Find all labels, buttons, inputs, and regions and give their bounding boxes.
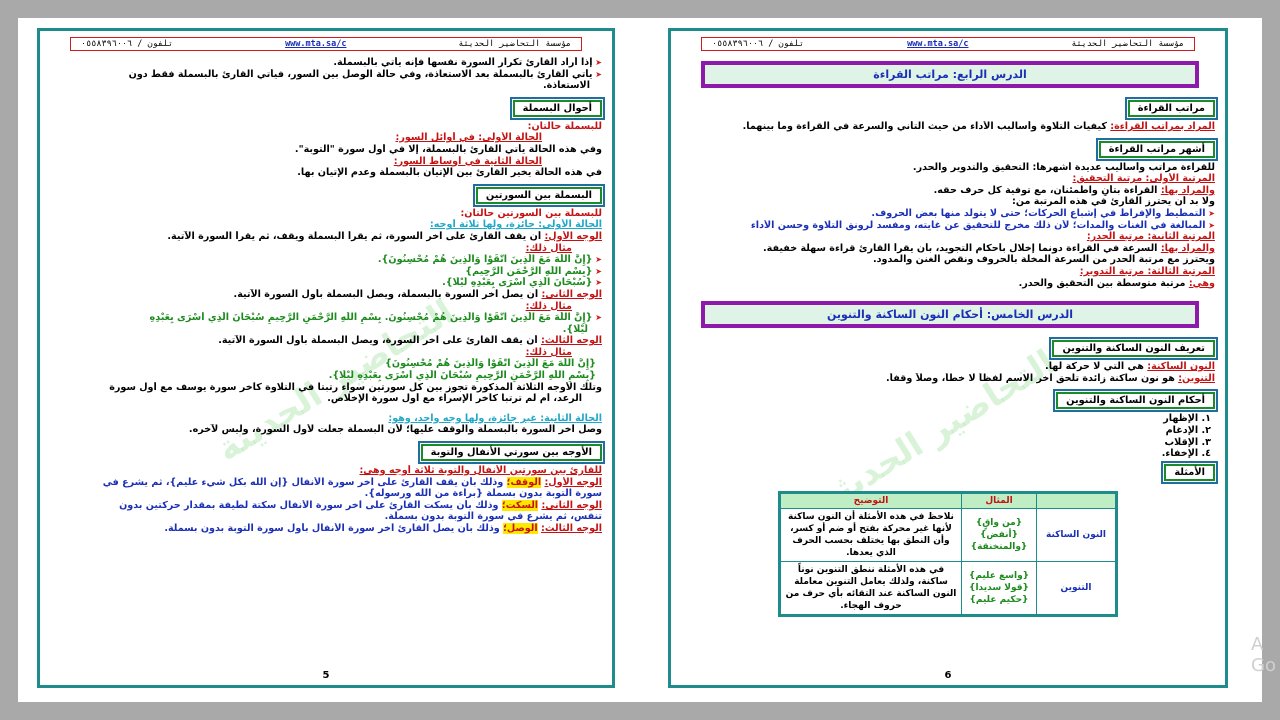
- text-line: الحالة الثانية: غير جائزة، ولها وجه واحد…: [388, 412, 602, 424]
- text-line: الوجه الثالث: أن يقف القارئ على آخر السو…: [218, 335, 602, 347]
- row-head: النون الساكنة: [1036, 507, 1117, 562]
- text-line: الحالة الأولى: جائزة، ولها ثلاثة أوجه:: [429, 219, 602, 231]
- examples-table: المثال التوضيح النون الساكنة {من واقٍ} {…: [778, 490, 1118, 617]
- table-header-example: المثال: [961, 491, 1037, 509]
- section-title-definition: تعريف النون الساكنة والتنوين: [1049, 337, 1218, 361]
- text-line: مثال ذلك:: [525, 346, 572, 358]
- text-line: للبسملة بين السورتين حالتان:: [460, 207, 602, 219]
- section-title-rulings: أحكام النون الساكنة والتنوين: [1053, 389, 1218, 413]
- list-item: ٤. الإخفاء.: [1161, 448, 1211, 460]
- header-phone: تلفون / ٠٥٥٨٣٩٦٠٠٦: [81, 39, 174, 49]
- text-line: تنفس، ثم يشرع في سورة التوبة بدون بسملة.: [384, 511, 602, 523]
- section-title-basmala-between: البسملة بين السورتين: [472, 183, 606, 207]
- text-line: وفي هذه الحالة يأتي القارئ بالبسملة، إلا…: [294, 143, 602, 155]
- page-header: مؤسسة التحاضير الحديثة www.mta.sa/c تلفو…: [70, 37, 582, 51]
- text-line: سورة التوبة بدون بسملة {براءة من الله ور…: [364, 488, 602, 500]
- text-line: الحالة الثانية في أوساط السور:: [393, 155, 542, 167]
- text-line: النون الساكنة: هي التي لا حركة لها.: [1045, 361, 1215, 373]
- text-line: الوجه الثاني: السكت؛ وذلك بأن يسكت القار…: [119, 499, 602, 511]
- header-site-link[interactable]: www.mta.sa/c: [285, 39, 346, 49]
- text-line: والمراد بها: القراءة بتأنٍ واطمئنان، مع …: [933, 184, 1215, 196]
- quran-verse: {بِسْمِ اللَّهِ الرَّحْمَنِ الرَّحِيمِ}: [50, 266, 602, 278]
- section-title-examples: الأمثلة: [1161, 460, 1218, 484]
- explanation-cell: نلاحظ في هذه الأمثلة أن النون ساكنة لأنه…: [779, 507, 962, 562]
- section-title-reading-levels: مراتب القراءة: [1124, 97, 1219, 120]
- list-item: ٣. الإقلاب: [1164, 436, 1211, 448]
- page-content: الدرس الرابع: مراتب القراءة مراتب القراء…: [681, 57, 1219, 665]
- page-6: مؤسسة التحاضير الحديثة www.mta.sa/c تلفو…: [668, 28, 1228, 688]
- quran-verse: {سُبْحَانَ الَّذِي أَسْرَى بِعَبْدِهِ لَ…: [50, 277, 602, 289]
- text-line: للبسملة حالتان:: [527, 120, 602, 132]
- activation-line: A: [1251, 634, 1264, 655]
- text-line: والمراد بها: السرعة في القراءة دونما إخل…: [763, 242, 1215, 254]
- text-line: المبالغة في الغنات والمدات؛ لأن ذلك مخرج…: [681, 220, 1215, 232]
- text-line: التنوين: هو نون ساكنة زائدة تلحق آخر الا…: [886, 372, 1215, 384]
- text-line: الوجه الثاني: أن يصل آخر السورة بالبسملة…: [233, 288, 602, 300]
- activation-line: Go: [1251, 655, 1276, 676]
- text-line: وتلك الأوجه الثلاثة المذكورة تجوز بين كل…: [109, 381, 602, 393]
- table-corner: [1036, 491, 1117, 509]
- explanation-cell: في هذه الأمثلة ننطق التنوين نوناً ساكنة،…: [779, 560, 962, 616]
- section-title-famous-levels: أشهر مراتب القراءة: [1095, 137, 1219, 161]
- text-line: ولا بد أن يحترز القارئ في هذه المرتبة من…: [1012, 196, 1215, 208]
- activation-watermark: A Go: [1251, 634, 1276, 676]
- text-line: إذا أراد القارئ تكرار السورة نفسها فإنه …: [50, 57, 602, 69]
- text-line: الاستعاذة.: [542, 80, 590, 92]
- text-line: يأتي القارئ بالبسملة بعد الاستعاذة، وفي …: [50, 69, 602, 81]
- text-line: التمطيط والإفراط في إشباع الحركات؛ حتى ل…: [681, 208, 1215, 220]
- text-line: المرتبة الثالثة: مرتبة التدوير:: [1079, 265, 1215, 277]
- text-line: المرتبة الثانية: مرتبة الحدر:: [1086, 231, 1215, 243]
- header-phone: تلفون / ٠٥٥٨٣٩٦٠٠٦: [712, 39, 805, 49]
- header-org: مؤسسة التحاضير الحديثة: [1071, 39, 1184, 49]
- text-line: الوجه الثالث: الوصل؛ وذلك بأن يصل القارئ…: [164, 523, 602, 534]
- text-line: الرعد، أم لم ترتبا كآخر الإسراء مع أول س…: [327, 393, 582, 405]
- text-line: المراد بمراتب القراءة: كيفيات التلاوة وأ…: [742, 121, 1215, 132]
- lesson-5-banner: الدرس الخامس: أحكام النون الساكنة والتنو…: [701, 301, 1199, 329]
- quran-verse: {إِنَّ اللَّهَ مَعَ الَّذِينَ اتَّقَوْا …: [385, 358, 596, 370]
- section-title-basmala-states: أحوال البسملة: [509, 96, 606, 120]
- example-cell: {من واقٍ} {أنفض} {والمنخنقة}: [961, 507, 1037, 562]
- page-number: 6: [944, 670, 952, 681]
- list-item: ٢. الإدغام: [1165, 424, 1211, 436]
- lesson-4-banner: الدرس الرابع: مراتب القراءة: [701, 61, 1199, 88]
- page-5: مؤسسة التحاضير الحديثة www.mta.sa/c تلفو…: [37, 28, 615, 688]
- quran-verse: {إِنَّ اللَّهَ مَعَ الَّذِينَ اتَّقَوْا …: [50, 254, 602, 266]
- quran-verse: {بِسْمِ اللَّهِ الرَّحْمَنِ الرَّحِيمِ س…: [328, 370, 596, 382]
- text-line: للقراءة مراتب وأساليب عديدة أشهرها: التح…: [912, 161, 1215, 173]
- text-line: الوجه الأول: الوقف؛ وذلك بأن يقف القارئ …: [102, 476, 602, 488]
- page-content: إذا أراد القارئ تكرار السورة نفسها فإنه …: [50, 57, 606, 665]
- quran-verse: لَيْلًا}.: [562, 323, 588, 335]
- quran-verse: {إِنَّ اللَّهَ مَعَ الَّذِينَ اتَّقَوْا …: [50, 312, 602, 324]
- header-org: مؤسسة التحاضير الحديثة: [458, 39, 571, 49]
- text-line: وهي: مرتبة متوسطة بين التحقيق والحدر.: [1018, 277, 1215, 289]
- text-line: في هذه الحالة يخير القارئ بين الإتيان با…: [297, 167, 602, 179]
- example-cell: {واسع عليم} {قولا سديدا} {حكيم عليم}: [961, 560, 1037, 616]
- list-item: ١. الإظهار: [1163, 413, 1211, 425]
- table-header-explanation: التوضيح: [779, 491, 962, 509]
- section-title-anfal-tawba: الأوجه بين سورتي الأنفال والتوبة: [417, 441, 606, 465]
- text-line: مثال ذلك:: [525, 300, 572, 312]
- table-header-row: المثال التوضيح: [779, 491, 1117, 509]
- row-head: التنوين: [1036, 560, 1117, 616]
- text-line: الوجه الأول: أن يقف القارئ على آخر السور…: [167, 230, 602, 242]
- text-line: الحالة الأولى: في أوائل السور:: [395, 132, 542, 144]
- text-line: المرتبة الأولى: مرتبة التحقيق:: [1072, 173, 1215, 185]
- text-line: مثال ذلك:: [525, 242, 572, 254]
- table-row: النون الساكنة {من واقٍ} {أنفض} {والمنخنق…: [779, 507, 1117, 562]
- table-row: التنوين {واسع عليم} {قولا سديدا} {حكيم ع…: [779, 560, 1117, 616]
- header-site-link[interactable]: www.mta.sa/c: [907, 39, 968, 49]
- text-line: للقارئ بين سورتين الأنفال والتوبة ثلاثة …: [359, 465, 602, 477]
- text-line: ويحترز مع مرتبة الحدر من السرعة المخلة ب…: [872, 254, 1215, 266]
- page-number: 5: [322, 670, 330, 681]
- text-line: وصل آخر السورة بالبسملة والوقف عليها؛ لأ…: [188, 424, 602, 436]
- page-header: مؤسسة التحاضير الحديثة www.mta.sa/c تلفو…: [701, 37, 1195, 51]
